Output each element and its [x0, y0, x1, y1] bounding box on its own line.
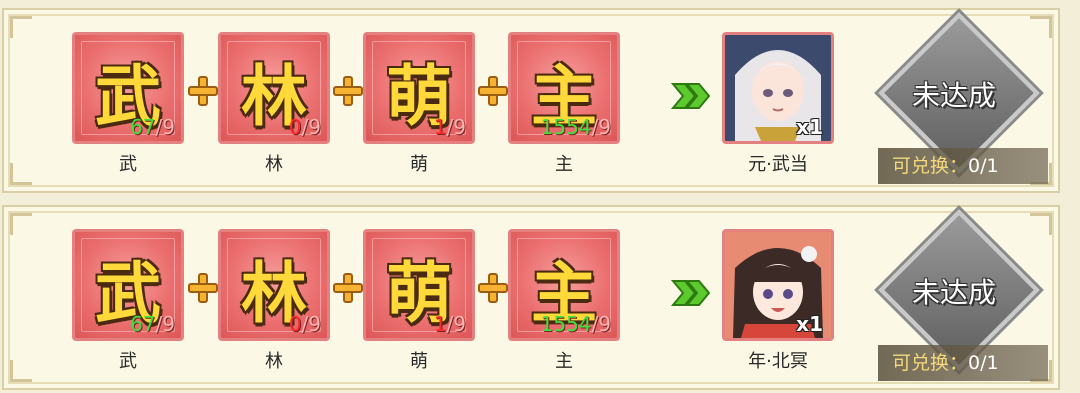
item-count: 0/9 [289, 312, 321, 336]
item-tile[interactable]: 主 1554/9 [508, 32, 620, 144]
corner-ornament [10, 163, 32, 185]
item-count: 0/9 [289, 115, 321, 139]
owned-count: 0 [288, 115, 302, 139]
required-count: /9 [301, 312, 321, 336]
ingredient-lin[interactable]: 林 0/9 林 [218, 32, 330, 176]
corner-ornament [10, 16, 32, 38]
ingredient-zhu[interactable]: 主 1554/9 主 [508, 229, 620, 373]
plus-icon [476, 74, 510, 108]
status-text: 未达成 [911, 276, 996, 309]
ingredient-wu[interactable]: 武 67/9 武 [72, 32, 184, 176]
exchange-limit: 可兑换：0/1 [878, 345, 1048, 381]
required-count: /9 [591, 312, 611, 336]
item-label: 武 [119, 154, 137, 175]
plus-icon [186, 74, 220, 108]
reward-item[interactable]: x1 元·武当 [722, 32, 834, 176]
owned-count: 0 [288, 312, 302, 336]
double-arrow-icon [671, 83, 711, 109]
required-count: /9 [155, 312, 175, 336]
item-tile[interactable]: 主 1554/9 [508, 229, 620, 341]
owned-count: 67 [130, 312, 156, 336]
exchange-label: 可兑换： [892, 155, 969, 177]
plus-icon [186, 271, 220, 305]
item-count: 1/9 [434, 115, 466, 139]
status-badge: 未达成 可兑换：0/1 [874, 209, 1048, 387]
status-badge: 未达成 可兑换：0/1 [874, 12, 1048, 190]
exchange-value: 0/1 [968, 155, 999, 177]
owned-count: 67 [130, 115, 156, 139]
plus-icon [476, 271, 510, 305]
status-text: 未达成 [911, 79, 996, 112]
item-label: 武 [119, 351, 137, 372]
exchange-row-2: 武 67/9 武 林 0/9 林 萌 1/9 萌 主 1554/9 主 x1 年… [2, 205, 1060, 390]
item-count: 67/9 [130, 312, 175, 336]
item-tile[interactable]: 林 0/9 [218, 229, 330, 341]
required-count: /9 [301, 115, 321, 139]
item-label: 主 [555, 351, 573, 372]
exchange-row-1: 武 67/9 武 林 0/9 林 萌 1/9 萌 主 1554/9 主 x1 元… [2, 8, 1060, 193]
item-label: 主 [555, 154, 573, 175]
item-count: 1554/9 [541, 115, 611, 139]
corner-ornament [10, 360, 32, 382]
item-label: 林 [265, 351, 283, 372]
ingredient-lin[interactable]: 林 0/9 林 [218, 229, 330, 373]
ingredient-meng[interactable]: 萌 1/9 萌 [363, 229, 475, 373]
item-tile[interactable]: 武 67/9 [72, 32, 184, 144]
item-tile[interactable]: 武 67/9 [72, 229, 184, 341]
exchange-limit: 可兑换：0/1 [878, 148, 1048, 184]
owned-count: 1554 [540, 115, 592, 139]
reward-label: 年·北冥 [748, 351, 808, 372]
item-tile[interactable]: 萌 1/9 [363, 32, 475, 144]
double-arrow-icon [671, 280, 711, 306]
reward-portrait[interactable]: x1 [722, 32, 834, 144]
plus-icon [331, 271, 365, 305]
required-count: /9 [446, 115, 466, 139]
item-count: 67/9 [130, 115, 175, 139]
owned-count: 1 [433, 312, 447, 336]
required-count: /9 [446, 312, 466, 336]
plus-icon [331, 74, 365, 108]
owned-count: 1 [433, 115, 447, 139]
exchange-value: 0/1 [968, 352, 999, 374]
reward-portrait[interactable]: x1 [722, 229, 834, 341]
item-label: 萌 [410, 154, 428, 175]
required-count: /9 [591, 115, 611, 139]
reward-quantity: x1 [796, 115, 823, 139]
item-label: 萌 [410, 351, 428, 372]
ingredient-meng[interactable]: 萌 1/9 萌 [363, 32, 475, 176]
corner-ornament [10, 213, 32, 235]
item-label: 林 [265, 154, 283, 175]
required-count: /9 [155, 115, 175, 139]
item-count: 1554/9 [541, 312, 611, 336]
reward-label: 元·武当 [748, 154, 808, 175]
item-tile[interactable]: 萌 1/9 [363, 229, 475, 341]
exchange-label: 可兑换： [892, 352, 969, 374]
reward-item[interactable]: x1 年·北冥 [722, 229, 834, 373]
ingredient-wu[interactable]: 武 67/9 武 [72, 229, 184, 373]
reward-quantity: x1 [796, 312, 823, 336]
ingredient-zhu[interactable]: 主 1554/9 主 [508, 32, 620, 176]
item-count: 1/9 [434, 312, 466, 336]
item-tile[interactable]: 林 0/9 [218, 32, 330, 144]
owned-count: 1554 [540, 312, 592, 336]
